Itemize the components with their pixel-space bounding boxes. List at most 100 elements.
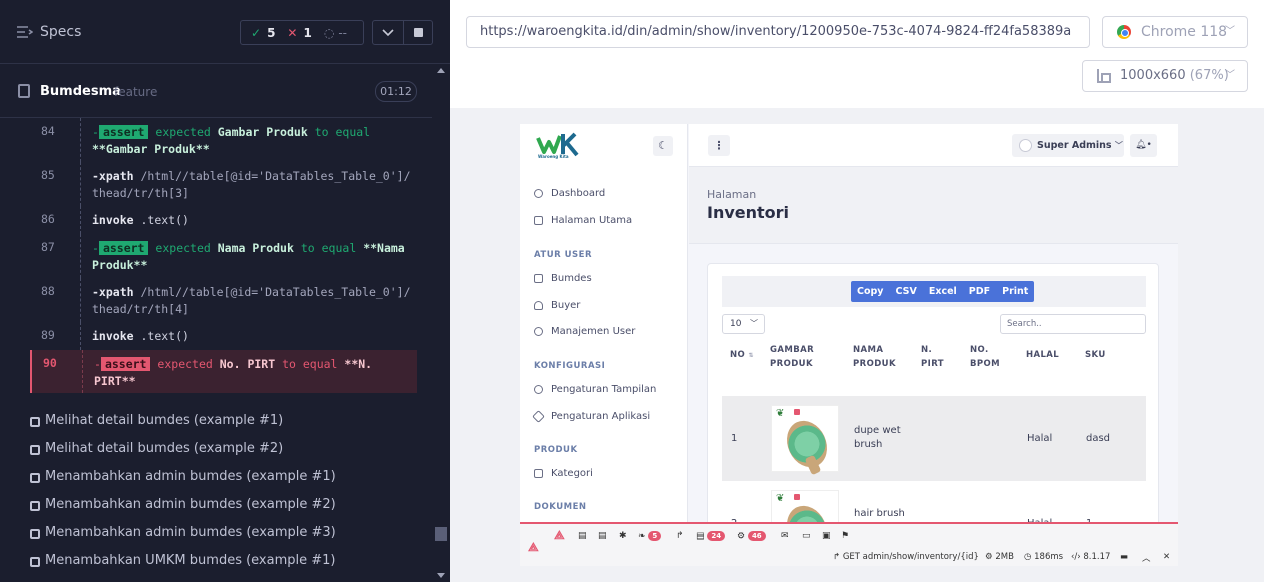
section-atur-user: ATUR USER xyxy=(534,250,592,260)
runner-scrollbar[interactable] xyxy=(433,64,450,582)
close-icon[interactable]: ✕ xyxy=(1163,552,1170,562)
waroeng-kita-logo[interactable] xyxy=(536,130,586,166)
debug-bar: ⟁ ⟁ ▤ ▤ ✱ ❧ 5 ↱ ▤ 24 ⚙ 46 ✉ ▭ ▣ ⚑ ↱ GET … xyxy=(520,522,1178,566)
scroll-thumb[interactable] xyxy=(435,527,447,541)
inventory-card: Copy CSV Excel PDF Print 10 ﹀ Search.. NO… xyxy=(707,263,1159,543)
menu-toggle-button[interactable]: ⋮ xyxy=(708,135,730,156)
store-icon xyxy=(534,274,543,283)
spec-extension: feature xyxy=(114,85,158,99)
csv-button[interactable]: CSV xyxy=(890,281,923,302)
scroll-up-icon[interactable] xyxy=(437,68,445,73)
timeline-icon[interactable]: ▤ xyxy=(598,531,607,541)
command-row[interactable]: 86 invoke .text() xyxy=(30,206,417,234)
command-row[interactable]: 85 -xpath /html//table[@id='DataTables_T… xyxy=(30,162,417,206)
session-icon[interactable]: ▭ xyxy=(802,531,811,541)
chevron-up-icon[interactable]: ︿ xyxy=(1142,552,1151,564)
command-row[interactable]: 89 invoke .text() xyxy=(30,322,417,350)
specs-title[interactable]: Specs xyxy=(40,24,81,40)
avatar xyxy=(1019,139,1032,152)
file-icon xyxy=(18,84,30,98)
views-tab[interactable]: ❧ 5 xyxy=(638,531,662,542)
command-number: 85 xyxy=(41,168,55,182)
table-row[interactable]: 1 ❦ dupe wet brush Halal dasd xyxy=(722,396,1146,481)
specs-list-icon[interactable] xyxy=(17,25,33,39)
command-number: 89 xyxy=(41,328,55,342)
page-header: Halaman Inventori xyxy=(689,167,1178,244)
stop-button[interactable] xyxy=(403,20,433,45)
assert-badge: assert xyxy=(98,241,149,255)
messages-icon[interactable]: ▤ xyxy=(578,531,587,541)
column-header-no-bpom[interactable]: NO. BPOM xyxy=(970,343,1010,371)
chevron-down-icon: ﹀ xyxy=(750,319,758,328)
folder-icon[interactable]: ▬ xyxy=(1120,552,1128,562)
page-length-select[interactable]: 10 ﹀ xyxy=(722,314,765,334)
product-image[interactable]: ❦ xyxy=(771,405,839,476)
command-number: 87 xyxy=(41,240,55,254)
command-number: 86 xyxy=(41,212,55,226)
column-header-nama-produk[interactable]: NAMA PRODUK xyxy=(853,343,909,371)
debug-time: ◷ 186ms xyxy=(1024,552,1064,562)
exceptions-icon[interactable]: ✱ xyxy=(619,531,627,541)
failed-command-row[interactable]: 90 - assert expected No. PIRT to equal **… xyxy=(30,350,417,393)
print-button[interactable]: Print xyxy=(996,281,1034,302)
test-status-icon xyxy=(30,417,40,427)
viewport-info[interactable]: 1000x660 (67%) ﹀ xyxy=(1082,60,1248,92)
user-menu[interactable]: Super Admins ﹀ xyxy=(1012,134,1124,157)
laravel-icon[interactable]: ⟁ xyxy=(528,540,539,555)
home-icon xyxy=(534,216,543,225)
column-header-no[interactable]: NO ⇅ xyxy=(730,348,754,363)
column-header-sku[interactable]: SKU xyxy=(1085,348,1106,362)
runner-header: Specs ✓ 5 ✕ 1 ◌ -- xyxy=(0,0,450,64)
browser-selector[interactable]: Chrome 118 ﹀ xyxy=(1102,16,1248,48)
scroll-down-icon[interactable] xyxy=(437,573,445,578)
request-icon[interactable]: ▣ xyxy=(822,531,831,541)
test-status-icon xyxy=(30,557,40,567)
chrome-icon xyxy=(1117,25,1131,39)
copy-button[interactable]: Copy xyxy=(851,281,890,302)
cell-sku: dasd xyxy=(1086,433,1111,444)
command-number: 84 xyxy=(41,124,55,138)
command-number: 90 xyxy=(43,356,57,370)
x-icon: ✕ xyxy=(287,25,298,40)
route-icon[interactable]: ↱ xyxy=(676,531,684,541)
category-icon xyxy=(534,469,543,478)
test-status-icon xyxy=(30,501,40,511)
runner-panel: Specs ✓ 5 ✕ 1 ◌ -- Bumdesma feature 01:1… xyxy=(0,0,450,582)
user-icon xyxy=(534,327,543,336)
wrench-icon xyxy=(532,410,545,423)
pdf-button[interactable]: PDF xyxy=(963,281,996,302)
page-subtitle: Halaman xyxy=(707,188,757,201)
column-header-gambar-produk[interactable]: GAMBAR PRODUK xyxy=(770,343,828,371)
queries-tab[interactable]: ▤ 24 xyxy=(696,531,726,542)
tag-icon[interactable]: ⚑ xyxy=(841,531,849,541)
cell-halal: Halal xyxy=(1027,433,1053,444)
column-header-n-pirt[interactable]: N. PIRT xyxy=(921,343,951,371)
excel-button[interactable]: Excel xyxy=(923,281,963,302)
laravel-icon[interactable]: ⟁ xyxy=(554,528,565,543)
gear-icon xyxy=(534,385,543,394)
debug-memory: ⚙ 2MB xyxy=(985,552,1014,562)
column-header-halal[interactable]: HALAL xyxy=(1026,348,1059,362)
command-number: 88 xyxy=(41,284,55,298)
command-row[interactable]: 87 - assert expected Nama Produk to equal… xyxy=(30,234,417,278)
notifications-button[interactable]: 🔔︎• xyxy=(1130,134,1157,157)
app-frame: Waroeng Kita ☾ Dashboard Halaman Utama A… xyxy=(520,124,1178,566)
test-status-icon xyxy=(30,529,40,539)
chevron-down-icon: ﹀ xyxy=(1114,141,1123,150)
command-row[interactable]: 84 - assert expected Gambar Produk to equ… xyxy=(30,118,417,162)
mail-icon[interactable]: ✉ xyxy=(781,531,789,541)
spec-name[interactable]: Bumdesma xyxy=(40,84,121,99)
spec-header: Bumdesma feature 01:12 xyxy=(0,64,432,118)
dashboard-icon xyxy=(534,189,543,198)
failed-count: 1 xyxy=(303,25,312,40)
leaf-icon: ❦ xyxy=(776,408,785,419)
collapse-button[interactable] xyxy=(372,20,404,45)
command-log: 84 - assert expected Gambar Produk to equ… xyxy=(30,118,417,393)
models-tab[interactable]: ⚙ 46 xyxy=(737,531,766,542)
pending-count: -- xyxy=(338,25,347,40)
table-search-input[interactable]: Search.. xyxy=(1000,314,1146,334)
dark-mode-toggle[interactable]: ☾ xyxy=(653,136,673,156)
url-field[interactable]: https://waroengkita.id/din/admin/show/in… xyxy=(466,16,1090,48)
stop-icon xyxy=(414,28,423,37)
command-row[interactable]: 88 -xpath /html//table[@id='DataTables_T… xyxy=(30,278,417,322)
